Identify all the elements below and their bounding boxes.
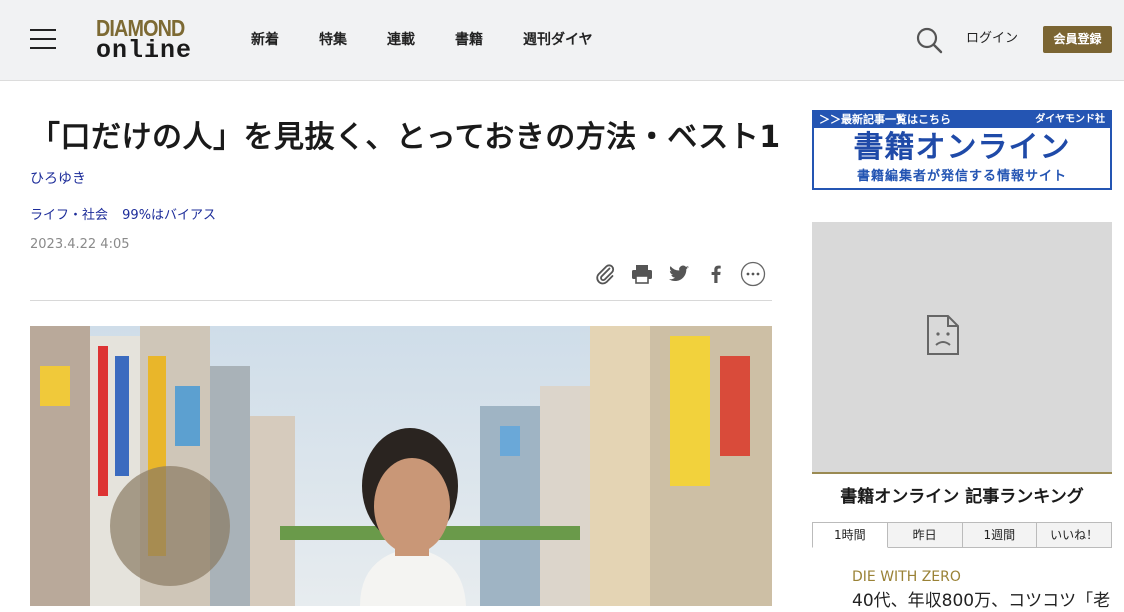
nav-item-books[interactable]: 書籍 [455, 30, 483, 50]
more-icon[interactable] [740, 261, 766, 287]
site-logo[interactable]: DIAMOND online [96, 16, 206, 64]
nav-item-series[interactable]: 連載 [387, 30, 415, 50]
ranking-item-title[interactable]: 40代、年収800万、コツコツ「老 [852, 590, 1112, 612]
banner-latest-link: ＞＞最新記事一覧はこちら [819, 113, 951, 126]
tag-link[interactable]: 99%はバイアス [122, 208, 216, 223]
ranking-title: 書籍オンライン 記事ランキング [840, 487, 1084, 507]
banner-publisher: ダイヤモンド社 [1035, 114, 1105, 125]
nav-item-weekly-diamond[interactable]: 週刊ダイヤ [523, 30, 593, 50]
divider [30, 300, 772, 301]
tag-link[interactable]: ライフ・社会 [30, 208, 108, 223]
author-link[interactable]: ひろゆき [30, 169, 86, 189]
share-bar [592, 261, 766, 287]
tab-1-week[interactable]: 1週間 [962, 522, 1038, 548]
register-button[interactable]: 会員登録 [1043, 26, 1112, 53]
ranking-tabs: 1時間 昨日 1週間 いいね！ [812, 522, 1112, 548]
facebook-icon[interactable] [703, 261, 729, 287]
ranking-item-category[interactable]: DIE WITH ZERO [852, 568, 961, 586]
tab-likes[interactable]: いいね！ [1037, 522, 1112, 548]
article-tags: ライフ・社会 99%はバイアス [30, 207, 226, 225]
print-icon[interactable] [629, 261, 655, 287]
nav-item-features[interactable]: 特集 [319, 30, 347, 50]
banner-title: 書籍オンライン [853, 130, 1071, 165]
site-header: DIAMOND online 新着 特集 連載 書籍 週刊ダイヤ ログイン 会員… [0, 0, 1124, 81]
tab-yesterday[interactable]: 昨日 [887, 522, 963, 548]
broken-image-icon [926, 314, 960, 360]
nav-item-new[interactable]: 新着 [251, 30, 279, 50]
publish-date: 2023.4.22 4:05 [30, 237, 130, 252]
logo-text-bottom: online [96, 36, 193, 65]
article-title: 「口だけの人」を見抜く、とっておきの方法・ベスト1 [30, 120, 781, 155]
ad-placeholder [812, 222, 1112, 472]
banner-subtitle: 書籍編集者が発信する情報サイト [856, 169, 1067, 184]
paperclip-icon[interactable] [592, 261, 618, 287]
menu-icon[interactable] [30, 29, 56, 49]
ranking-divider [812, 472, 1112, 474]
banner-header: ＞＞最新記事一覧はこちら ダイヤモンド社 [814, 112, 1110, 128]
article-hero-image [30, 326, 772, 606]
books-online-banner[interactable]: ＞＞最新記事一覧はこちら ダイヤモンド社 書籍オンライン 書籍編集者が発信する情… [812, 110, 1112, 190]
tab-1-hour[interactable]: 1時間 [812, 522, 888, 548]
search-icon[interactable] [915, 26, 943, 54]
login-link[interactable]: ログイン [966, 30, 1018, 48]
main-nav: 新着 特集 連載 書籍 週刊ダイヤ [251, 30, 633, 50]
twitter-icon[interactable] [666, 261, 692, 287]
